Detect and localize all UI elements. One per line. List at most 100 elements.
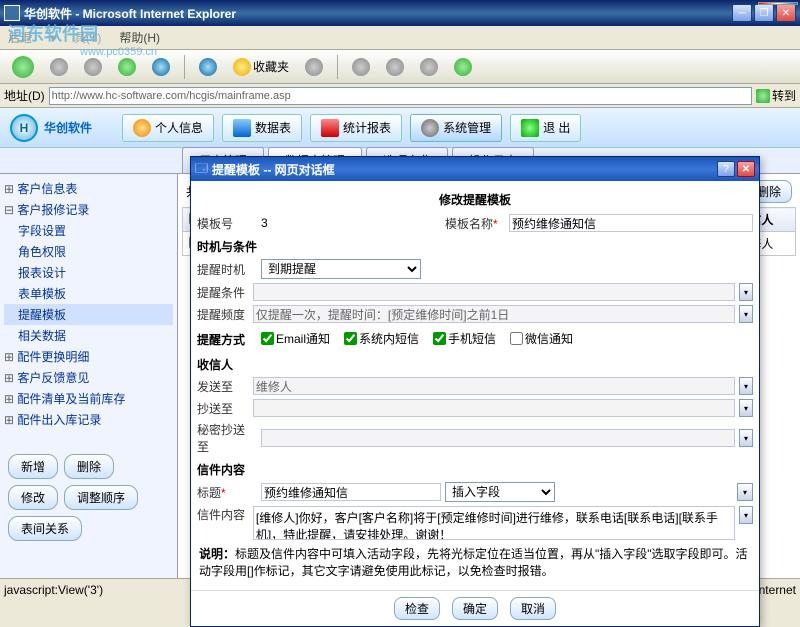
sidebar: 客户信息表客户报修记录字段设置角色权限报表设计表单模板提醒模板相关数据配件更换明…: [0, 174, 178, 578]
section-recipient: 收信人: [197, 352, 753, 375]
stop-button[interactable]: [78, 56, 108, 78]
maximize-button[interactable]: ❐: [754, 4, 774, 22]
sidebar-delete-button[interactable]: 删除: [64, 454, 114, 479]
freq-dropdown-button[interactable]: ▾: [739, 305, 753, 323]
go-button[interactable]: 转到: [756, 87, 796, 104]
window-titlebar: 华创软件 - Microsoft Internet Explorer ─ ❐ ✕: [0, 0, 800, 26]
cond-input[interactable]: [253, 283, 735, 301]
menu-help[interactable]: 帮助(H): [115, 27, 164, 48]
nav-datatable[interactable]: 数据表: [222, 114, 302, 142]
section-timing: 时机与条件: [197, 234, 753, 257]
method-sms[interactable]: 手机短信: [433, 330, 496, 347]
section-method: 提醒方式: [197, 327, 257, 350]
tree-item[interactable]: 客户反馈意见: [4, 367, 173, 388]
menubar: 后退 ▾ 具(T) 帮助(H): [0, 26, 800, 50]
timing-label: 提醒时机: [197, 261, 257, 278]
bcc-label: 秘密抄送至: [197, 421, 257, 455]
dialog-help-button[interactable]: ?: [717, 161, 735, 177]
id-value: 3: [261, 216, 441, 230]
nav-system[interactable]: 系统管理: [410, 114, 502, 142]
edit-button[interactable]: [414, 56, 444, 78]
insert-field-select[interactable]: 插入字段: [445, 482, 555, 502]
section-content: 信件内容: [197, 457, 753, 480]
nav-exit[interactable]: 退 出: [510, 114, 581, 142]
cc-input[interactable]: [253, 399, 735, 417]
tree-item[interactable]: 客户报修记录: [4, 199, 173, 220]
search-button[interactable]: [193, 56, 223, 78]
favorites-button[interactable]: 收藏夹: [227, 56, 295, 78]
ok-button[interactable]: 确定: [452, 597, 498, 620]
ie-toolbar: 收藏夹: [0, 50, 800, 84]
nav-reports[interactable]: 统计报表: [310, 114, 402, 142]
sidebar-reorder-button[interactable]: 调整顺序: [64, 485, 138, 510]
cc-label: 抄送至: [197, 400, 249, 417]
name-input[interactable]: [509, 214, 753, 232]
back-button[interactable]: [6, 54, 40, 80]
messenger-button[interactable]: [448, 56, 478, 78]
sidebar-add-button[interactable]: 新增: [8, 454, 58, 479]
address-input[interactable]: [49, 87, 752, 105]
bcc-dropdown-button[interactable]: ▾: [739, 429, 753, 447]
sendto-input[interactable]: [253, 377, 735, 395]
sidebar-relations-button[interactable]: 表间关系: [8, 516, 82, 541]
body-textarea[interactable]: [253, 506, 735, 540]
id-label: 模板号: [197, 215, 257, 232]
name-label: 模板名称: [445, 215, 505, 232]
dialog-close-button[interactable]: ✕: [737, 161, 755, 177]
cond-dropdown-button[interactable]: ▾: [739, 283, 753, 301]
menu-tools-disabled: 具(T): [70, 27, 105, 48]
menu-back[interactable]: 后退: [4, 27, 36, 48]
subject-input[interactable]: [261, 483, 441, 501]
timing-select[interactable]: 到期提醒: [261, 259, 421, 279]
minimize-button[interactable]: ─: [732, 4, 752, 22]
window-title: 华创软件 - Microsoft Internet Explorer: [24, 5, 732, 22]
mail-button[interactable]: [346, 56, 376, 78]
tree-item[interactable]: 表单模板: [4, 283, 173, 304]
tree-item[interactable]: 相关数据: [4, 325, 173, 346]
method-internal[interactable]: 系统内短信: [344, 330, 419, 347]
app-header: H 华创软件 个人信息 数据表 统计报表 系统管理 退 出: [0, 108, 800, 148]
subject-label: 标题: [197, 484, 257, 501]
freq-input[interactable]: [253, 305, 735, 323]
tree-item[interactable]: 角色权限: [4, 241, 173, 262]
sendto-label: 发送至: [197, 378, 249, 395]
zone-text: Internet: [755, 583, 796, 597]
bcc-input[interactable]: [261, 429, 735, 447]
addressbar: 地址(D) 转到: [0, 84, 800, 108]
check-button[interactable]: 检查: [394, 597, 440, 620]
home-button[interactable]: [146, 56, 176, 78]
logo-badge: H: [10, 114, 38, 142]
method-email[interactable]: Email通知: [261, 330, 330, 347]
tree-item[interactable]: 配件更换明细: [4, 346, 173, 367]
nav-personal[interactable]: 个人信息: [122, 114, 214, 142]
forward-button[interactable]: [44, 56, 74, 78]
body-label: 信件内容: [197, 506, 249, 523]
cond-label: 提醒条件: [197, 284, 249, 301]
refresh-button[interactable]: [112, 56, 142, 78]
address-label: 地址(D): [4, 87, 45, 104]
dialog-note: 说明：标题及信件内容中可填入活动字段，先将光标定位在适当位置，再从"插入字段"选…: [197, 542, 753, 584]
tree-item[interactable]: 客户信息表: [4, 178, 173, 199]
tree-item[interactable]: 配件出入库记录: [4, 409, 173, 430]
tree-item[interactable]: 字段设置: [4, 220, 173, 241]
tree-item[interactable]: 配件清单及当前库存: [4, 388, 173, 409]
history-button[interactable]: [299, 56, 329, 78]
tree-item[interactable]: 提醒模板: [4, 304, 173, 325]
method-wechat[interactable]: 微信通知: [510, 330, 573, 347]
cc-dropdown-button[interactable]: ▾: [739, 399, 753, 417]
print-button[interactable]: [380, 56, 410, 78]
sidebar-edit-button[interactable]: 修改: [8, 485, 58, 510]
status-text: javascript:View('3'): [4, 583, 103, 597]
dialog-heading: 修改提醒模板: [197, 187, 753, 212]
body-dropdown-button[interactable]: ▾: [739, 506, 753, 524]
cancel-button[interactable]: 取消: [510, 597, 556, 620]
dialog-title: 提醒模板 -- 网页对话框: [212, 161, 717, 178]
subject-dropdown-button[interactable]: ▾: [737, 483, 753, 501]
reminder-template-dialog: 🗔 提醒模板 -- 网页对话框 ? ✕ 修改提醒模板 模板号 3 模板名称 时机…: [190, 156, 760, 627]
freq-label: 提醒频度: [197, 306, 249, 323]
ie-icon: [4, 5, 20, 21]
close-button[interactable]: ✕: [776, 4, 796, 22]
sendto-dropdown-button[interactable]: ▾: [739, 377, 753, 395]
tree-item[interactable]: 报表设计: [4, 262, 173, 283]
app-logo: H 华创软件: [10, 114, 92, 142]
